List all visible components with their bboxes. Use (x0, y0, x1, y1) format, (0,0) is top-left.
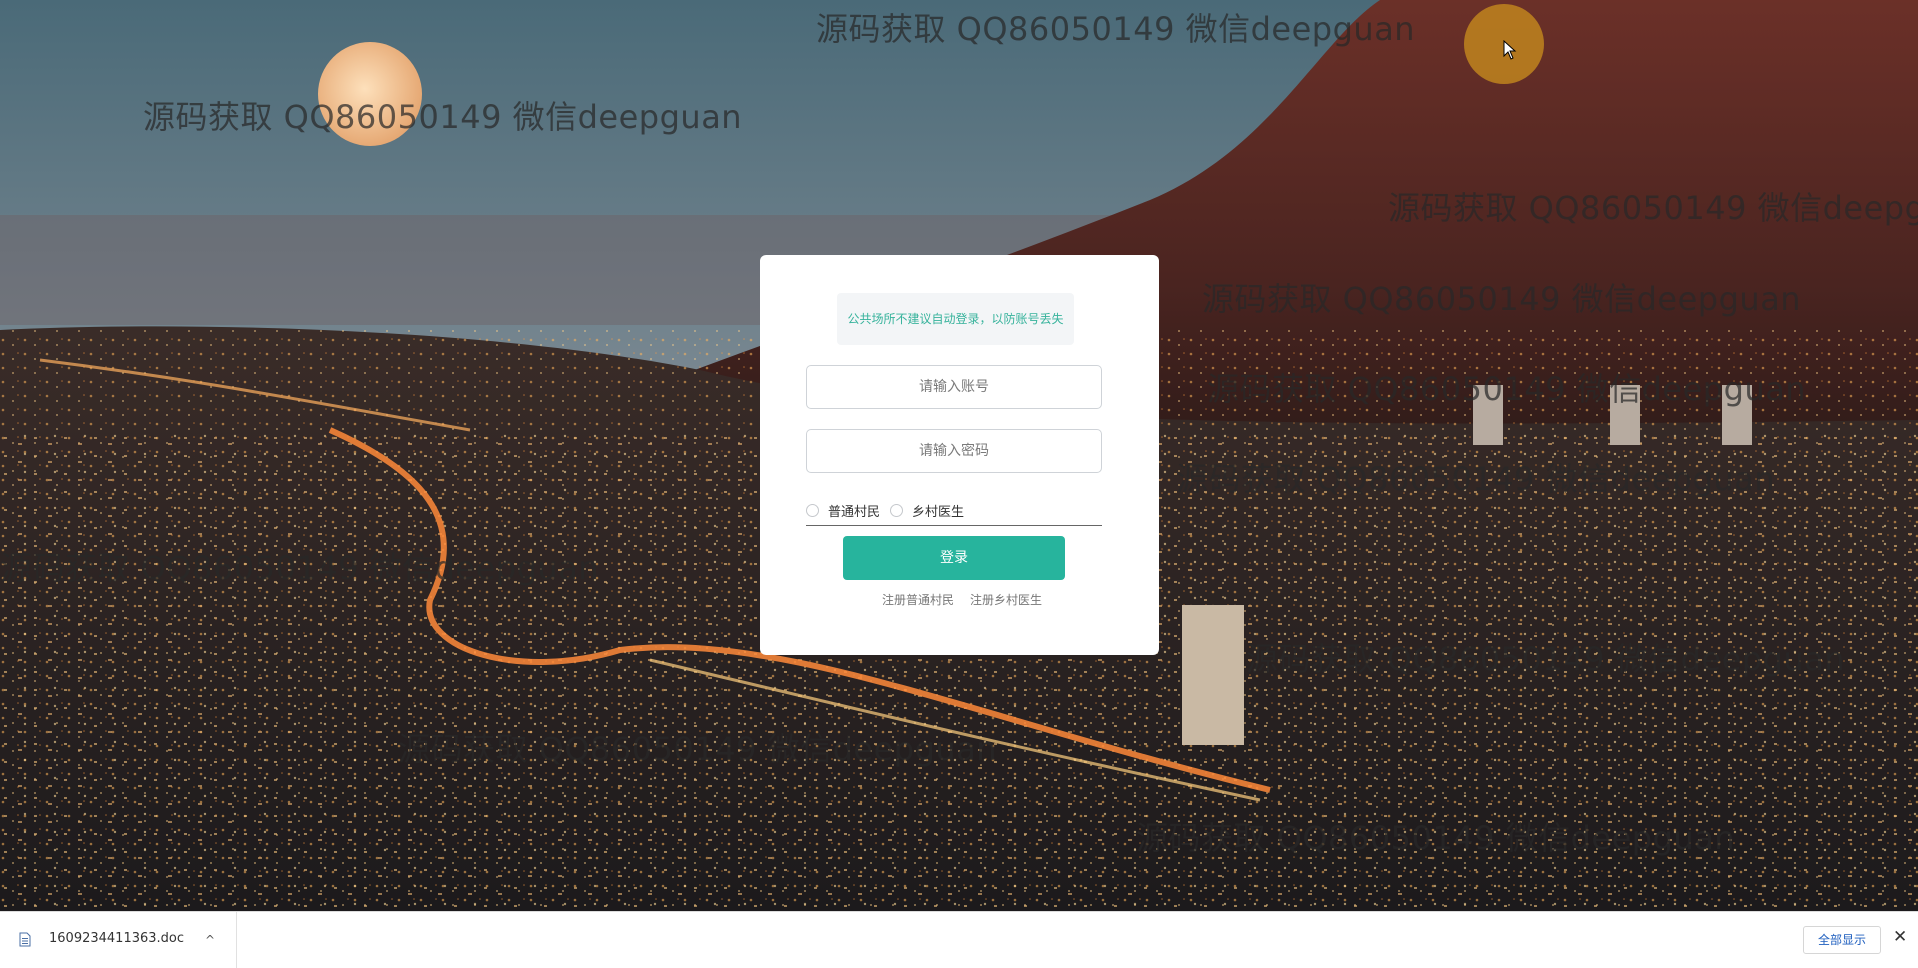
close-icon[interactable]: ✕ (1893, 927, 1907, 947)
watermark-text: 源码获取 QQ86050149 微信deepguan (1202, 280, 1802, 318)
watermark-text: 源码获取 QQ86050149 微信deepguan (1246, 640, 1846, 678)
document-icon (19, 932, 31, 947)
role-option-villager[interactable]: 普通村民 (806, 501, 880, 520)
role-label: 普通村民 (828, 504, 881, 520)
download-file-name: 1609234411363.doc (49, 931, 185, 946)
password-input[interactable] (806, 429, 1102, 473)
login-button[interactable]: 登录 (843, 536, 1065, 580)
role-option-doctor[interactable]: 乡村医生 (890, 501, 964, 520)
watermark-text: 源码获取 QQ86050149 微信deepguan (1176, 460, 1776, 498)
account-input[interactable] (806, 365, 1102, 409)
chevron-up-icon[interactable]: ^ (205, 933, 215, 947)
watermark-text: 源码获取 QQ86050149 微信deepguan (143, 98, 743, 136)
watermark-text: 源码获取 QQ86050149 微信deepguan (398, 730, 998, 768)
register-villager-link[interactable]: 注册普通村民 (882, 593, 954, 607)
watermark-text: 源码获取 QQ86050149 微信deepguan (1136, 819, 1736, 857)
mouse-pointer-icon (1503, 40, 1517, 60)
watermark-text: 源码获取 QQ86050149 微信deepguan (816, 10, 1416, 48)
login-card: 公共场所不建议自动登录，以防账号丢失 普通村民 乡村医生 登录 注册普通村民注册… (760, 255, 1159, 655)
role-label: 乡村医生 (912, 504, 965, 520)
download-bar: 1609234411363.doc ^ 全部显示 ✕ (0, 911, 1918, 968)
watermark-text: 源码获取 QQ86050149 微信deepguan (1207, 370, 1807, 408)
show-all-button[interactable]: 全部显示 (1803, 926, 1881, 954)
register-doctor-link[interactable]: 注册乡村医生 (970, 593, 1042, 607)
radio-button-icon[interactable] (806, 503, 819, 517)
radio-button-icon[interactable] (890, 503, 904, 517)
auto-login-notice: 公共场所不建议自动登录，以防账号丢失 (837, 293, 1074, 345)
watermark-text: 源码获取 QQ86050149 微信deepguan (0, 549, 600, 587)
download-item[interactable]: 1609234411363.doc ^ (0, 912, 237, 968)
role-selector: 普通村民 乡村医生 (806, 495, 1102, 526)
register-links: 注册普通村民 注册乡村医生 (882, 591, 1058, 608)
watermark-text: 源码获取 QQ86050149 微信deepguan (1388, 189, 1918, 227)
